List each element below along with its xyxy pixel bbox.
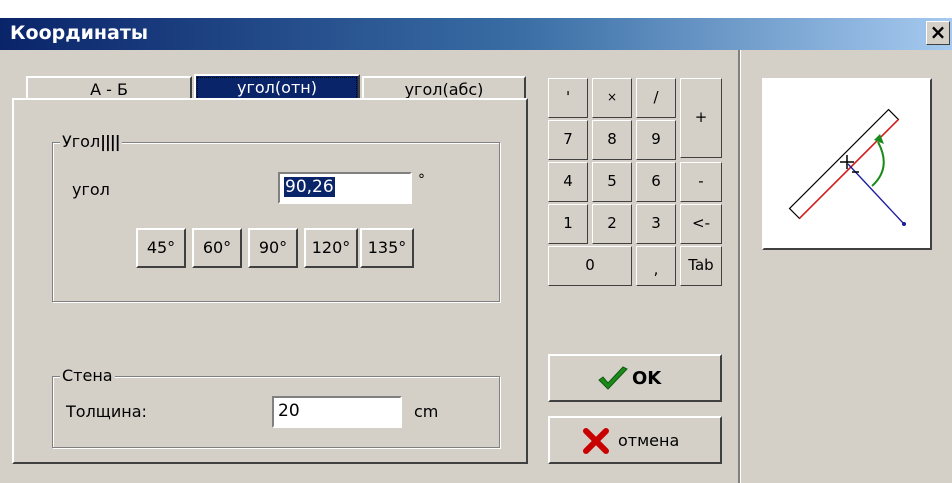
wall-group-title: Стена bbox=[60, 366, 115, 385]
window-title: Координаты bbox=[10, 22, 149, 44]
wall-angle-diagram bbox=[788, 108, 906, 226]
angle-group-title-marks: |||| bbox=[100, 132, 120, 151]
key-0[interactable]: 0 bbox=[548, 246, 632, 286]
angle-label: угол bbox=[72, 180, 110, 199]
coordinates-dialog: Координаты × А - Б угол(отн) угол(абс) У… bbox=[0, 0, 952, 483]
angle-value: 90,26 bbox=[284, 177, 335, 197]
key-backspace[interactable]: <- bbox=[680, 204, 722, 244]
ok-button[interactable]: OK bbox=[548, 354, 722, 402]
checkmark-icon bbox=[598, 366, 628, 390]
key-1[interactable]: 1 bbox=[548, 204, 588, 244]
key-apostrophe[interactable]: ' bbox=[548, 78, 588, 118]
angle-unit: ° bbox=[418, 172, 425, 188]
preset-60-button[interactable]: 60° bbox=[192, 228, 242, 268]
key-6[interactable]: 6 bbox=[636, 162, 676, 202]
preset-45-button[interactable]: 45° bbox=[136, 228, 186, 268]
key-2[interactable]: 2 bbox=[592, 204, 632, 244]
thickness-label: Толщина: bbox=[66, 402, 147, 421]
top-edge bbox=[0, 0, 952, 18]
key-plus[interactable]: + bbox=[680, 78, 722, 158]
key-8[interactable]: 8 bbox=[592, 120, 632, 160]
angle-group-title-text: Угол bbox=[62, 132, 101, 151]
key-3[interactable]: 3 bbox=[636, 204, 676, 244]
wall-angle-preview bbox=[762, 78, 932, 250]
key-tab[interactable]: Tab bbox=[680, 246, 722, 286]
key-divide[interactable]: / bbox=[636, 78, 676, 118]
angle-group-title: Угол|||| bbox=[60, 132, 122, 151]
ok-label: OK bbox=[632, 368, 662, 389]
thickness-unit: cm bbox=[414, 402, 439, 421]
key-4[interactable]: 4 bbox=[548, 162, 588, 202]
cancel-button[interactable]: отмена bbox=[548, 416, 722, 464]
preset-90-button[interactable]: 90° bbox=[248, 228, 298, 268]
thickness-input[interactable]: 20 bbox=[272, 396, 402, 428]
key-7[interactable]: 7 bbox=[548, 120, 588, 160]
preview-divider bbox=[738, 50, 741, 483]
cancel-label: отмена bbox=[618, 431, 680, 450]
key-minus[interactable]: - bbox=[680, 162, 722, 202]
preset-120-button[interactable]: 120° bbox=[304, 228, 358, 268]
title-bar[interactable]: Координаты × bbox=[0, 18, 952, 50]
key-9[interactable]: 9 bbox=[636, 120, 676, 160]
key-multiply[interactable]: × bbox=[592, 78, 632, 118]
angle-group bbox=[52, 142, 500, 302]
angle-input[interactable]: 90,26 bbox=[278, 172, 412, 204]
key-5[interactable]: 5 bbox=[592, 162, 632, 202]
cancel-x-icon bbox=[583, 428, 609, 454]
key-comma[interactable]: , bbox=[636, 246, 676, 286]
close-button[interactable]: × bbox=[926, 21, 950, 45]
preset-135-button[interactable]: 135° bbox=[360, 228, 414, 268]
